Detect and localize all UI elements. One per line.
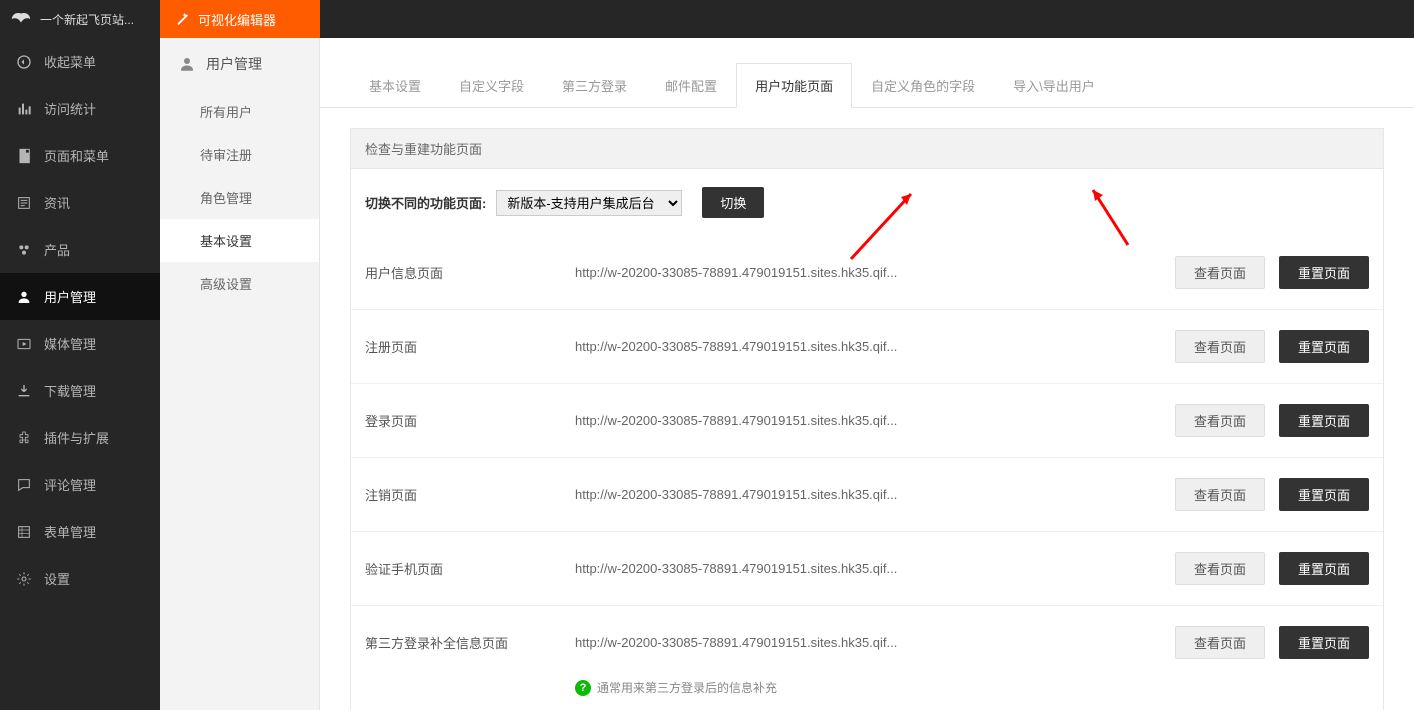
- tabs: 基本设置自定义字段第三方登录邮件配置用户功能页面自定义角色的字段导入\导出用户: [320, 62, 1414, 108]
- users-icon: [16, 289, 32, 305]
- page-row-url: http://w-20200-33085-78891.479019151.sit…: [575, 487, 1175, 502]
- page-config-row: 用户信息页面http://w-20200-33085-78891.4790191…: [351, 236, 1383, 309]
- page-row-url: http://w-20200-33085-78891.479019151.sit…: [575, 413, 1175, 428]
- site-title: 一个新起飞页站...: [40, 11, 134, 28]
- visual-editor-button[interactable]: 可视化编辑器: [160, 0, 320, 38]
- download-icon: [16, 383, 32, 399]
- page-row-label: 注销页面: [365, 485, 575, 504]
- sidebar-item-label: 插件与扩展: [44, 428, 109, 447]
- content-area: 基本设置自定义字段第三方登录邮件配置用户功能页面自定义角色的字段导入\导出用户 …: [320, 38, 1414, 710]
- reset-page-button[interactable]: 重置页面: [1279, 330, 1369, 363]
- page-config-row: 验证手机页面http://w-20200-33085-78891.4790191…: [351, 531, 1383, 605]
- sidebar-item-label: 页面和菜单: [44, 146, 109, 165]
- plugin-icon: [16, 430, 32, 446]
- tab[interactable]: 基本设置: [350, 63, 440, 108]
- reset-page-button[interactable]: 重置页面: [1279, 478, 1369, 511]
- page-row-url: http://w-20200-33085-78891.479019151.sit…: [575, 339, 1175, 354]
- switch-label: 切换不同的功能页面:: [365, 193, 486, 212]
- page-row-url: http://w-20200-33085-78891.479019151.sit…: [575, 265, 1175, 280]
- sidebar-item-comment[interactable]: 评论管理: [0, 461, 160, 508]
- users-icon: [178, 55, 196, 73]
- sidebar-item-plugin[interactable]: 插件与扩展: [0, 414, 160, 461]
- version-select[interactable]: 新版本-支持用户集成后台: [496, 190, 682, 216]
- page-row-label: 第三方登录补全信息页面: [365, 633, 575, 652]
- view-page-button[interactable]: 查看页面: [1175, 478, 1265, 511]
- reset-page-button[interactable]: 重置页面: [1279, 626, 1369, 659]
- sidebar-item-label: 媒体管理: [44, 334, 96, 353]
- page-config-row: 登录页面http://w-20200-33085-78891.479019151…: [351, 383, 1383, 457]
- page-row-label: 登录页面: [365, 411, 575, 430]
- sidebar-item-stats[interactable]: 访问统计: [0, 85, 160, 132]
- news-icon: [16, 195, 32, 211]
- page-row-label: 用户信息页面: [365, 263, 575, 282]
- sidebar-sub-item[interactable]: 待审注册: [160, 133, 319, 176]
- sidebar-sub-item[interactable]: 所有用户: [160, 90, 319, 133]
- sidebar-item-label: 收起菜单: [44, 52, 96, 71]
- page-row-label: 验证手机页面: [365, 559, 575, 578]
- magic-wand-icon: [174, 11, 190, 27]
- view-page-button[interactable]: 查看页面: [1175, 626, 1265, 659]
- sidebar-item-label: 资讯: [44, 193, 70, 212]
- page-row-url: http://w-20200-33085-78891.479019151.sit…: [575, 635, 1175, 650]
- page-row-label: 注册页面: [365, 337, 575, 356]
- sidebar-sub-header: 用户管理: [160, 38, 319, 90]
- sidebar-item-label: 评论管理: [44, 475, 96, 494]
- sidebar-item-users[interactable]: 用户管理: [0, 273, 160, 320]
- view-page-button[interactable]: 查看页面: [1175, 404, 1265, 437]
- page-config-row: 注册页面http://w-20200-33085-78891.479019151…: [351, 309, 1383, 383]
- sidebar-item-product[interactable]: 产品: [0, 226, 160, 273]
- sidebar-item-settings[interactable]: 设置: [0, 555, 160, 602]
- tab[interactable]: 用户功能页面: [736, 63, 852, 108]
- sidebar-item-label: 产品: [44, 240, 70, 259]
- stats-icon: [16, 101, 32, 117]
- settings-icon: [16, 571, 32, 587]
- tab[interactable]: 邮件配置: [646, 63, 736, 108]
- sidebar-item-label: 表单管理: [44, 522, 96, 541]
- sidebar-item-label: 设置: [44, 569, 70, 588]
- sidebar-main: 收起菜单访问统计页面和菜单资讯产品用户管理媒体管理下载管理插件与扩展评论管理表单…: [0, 38, 160, 710]
- help-icon: ?: [575, 680, 591, 696]
- reset-page-button[interactable]: 重置页面: [1279, 404, 1369, 437]
- switch-row: 切换不同的功能页面: 新版本-支持用户集成后台 切换: [351, 169, 1383, 236]
- sidebar-item-collapse[interactable]: 收起菜单: [0, 38, 160, 85]
- tab[interactable]: 第三方登录: [543, 63, 646, 108]
- collapse-icon: [16, 54, 32, 70]
- sidebar-sub-item[interactable]: 角色管理: [160, 176, 319, 219]
- media-icon: [16, 336, 32, 352]
- logo-icon: [10, 8, 32, 30]
- sidebar-item-pages[interactable]: 页面和菜单: [0, 132, 160, 179]
- switch-button[interactable]: 切换: [702, 187, 764, 218]
- product-icon: [16, 242, 32, 258]
- reset-page-button[interactable]: 重置页面: [1279, 552, 1369, 585]
- logo-cell[interactable]: 一个新起飞页站...: [0, 0, 160, 38]
- page-row-hint: ?通常用来第三方登录后的信息补充: [351, 679, 1383, 710]
- panel-header: 检查与重建功能页面: [351, 129, 1383, 169]
- functionality-pages-panel: 检查与重建功能页面 切换不同的功能页面: 新版本-支持用户集成后台 切换 用户信…: [350, 128, 1384, 710]
- view-page-button[interactable]: 查看页面: [1175, 330, 1265, 363]
- tab[interactable]: 自定义角色的字段: [852, 63, 994, 108]
- sidebar-sub-item[interactable]: 基本设置: [160, 219, 319, 262]
- reset-page-button[interactable]: 重置页面: [1279, 256, 1369, 289]
- form-icon: [16, 524, 32, 540]
- sidebar-item-news[interactable]: 资讯: [0, 179, 160, 226]
- page-row-url: http://w-20200-33085-78891.479019151.sit…: [575, 561, 1175, 576]
- sidebar-item-label: 访问统计: [44, 99, 96, 118]
- comment-icon: [16, 477, 32, 493]
- page-config-row: 注销页面http://w-20200-33085-78891.479019151…: [351, 457, 1383, 531]
- page-config-row: 第三方登录补全信息页面http://w-20200-33085-78891.47…: [351, 605, 1383, 679]
- sidebar-item-download[interactable]: 下载管理: [0, 367, 160, 414]
- sidebar-sub: 用户管理 所有用户待审注册角色管理基本设置高级设置: [160, 38, 320, 710]
- sidebar-sub-item[interactable]: 高级设置: [160, 262, 319, 305]
- tab[interactable]: 自定义字段: [440, 63, 543, 108]
- view-page-button[interactable]: 查看页面: [1175, 256, 1265, 289]
- view-page-button[interactable]: 查看页面: [1175, 552, 1265, 585]
- sidebar-item-form[interactable]: 表单管理: [0, 508, 160, 555]
- sidebar-item-media[interactable]: 媒体管理: [0, 320, 160, 367]
- sidebar-item-label: 下载管理: [44, 381, 96, 400]
- visual-editor-label: 可视化编辑器: [198, 10, 276, 29]
- tab[interactable]: 导入\导出用户: [994, 63, 1114, 108]
- top-bar: 一个新起飞页站... 可视化编辑器: [0, 0, 1414, 38]
- sidebar-item-label: 用户管理: [44, 287, 96, 306]
- pages-icon: [16, 148, 32, 164]
